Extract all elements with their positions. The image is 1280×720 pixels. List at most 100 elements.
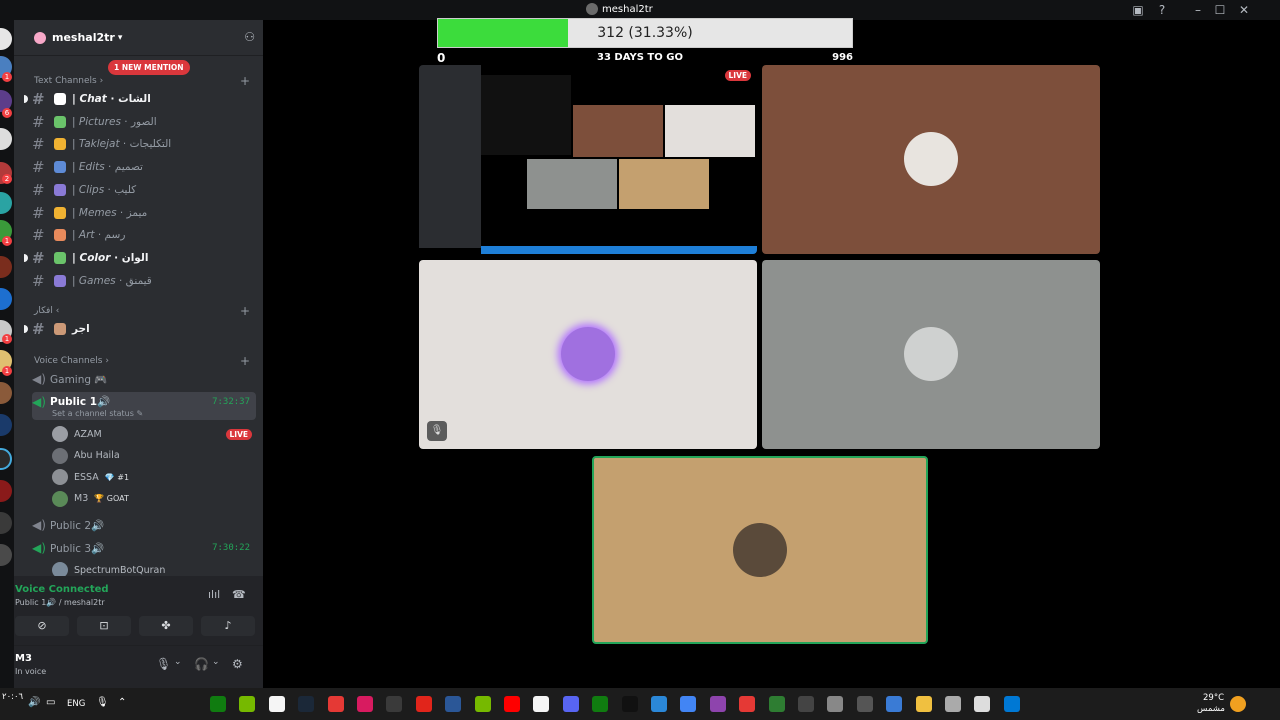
- microphone-icon[interactable]: 🎙: [96, 697, 109, 708]
- volume-icon[interactable]: 🔊: [28, 697, 40, 708]
- davinci-icon[interactable]: [386, 696, 403, 712]
- app-green-icon[interactable]: [768, 696, 785, 712]
- help-icon[interactable]: ?: [1152, 2, 1172, 18]
- tiktok-icon[interactable]: [621, 696, 638, 712]
- app-blue-icon[interactable]: [445, 696, 462, 712]
- voice-user[interactable]: ESSA 💎 #1: [52, 468, 252, 486]
- weather-icon[interactable]: [1230, 696, 1246, 712]
- add-channel-icon[interactable]: +: [240, 74, 250, 88]
- add-member-icon[interactable]: ⚇: [244, 30, 255, 44]
- server-icon[interactable]: [0, 128, 12, 150]
- youtube-icon[interactable]: [504, 696, 520, 712]
- nvidia-icon[interactable]: [239, 696, 256, 712]
- voice-user[interactable]: Abu Haila: [52, 447, 252, 465]
- weather-temp[interactable]: 29°C: [1203, 693, 1224, 703]
- minimize-button[interactable]: –: [1188, 2, 1208, 18]
- participant-tile[interactable]: 🎙: [419, 260, 757, 449]
- server-icon[interactable]: [0, 544, 12, 566]
- file-explorer-icon[interactable]: [915, 696, 932, 712]
- channel-games[interactable]: # | Games · قيمنق: [32, 271, 252, 291]
- globe-icon[interactable]: [886, 696, 903, 712]
- nvidia2-icon[interactable]: [474, 696, 491, 712]
- obs-icon[interactable]: [798, 696, 814, 712]
- photos-icon[interactable]: [651, 696, 667, 712]
- app-red2-icon[interactable]: [357, 696, 373, 712]
- channel-edits[interactable]: # | Edits · تصميم: [32, 157, 252, 177]
- app-purple-icon[interactable]: [709, 696, 726, 712]
- app-red-icon[interactable]: [327, 696, 344, 712]
- calculator-icon[interactable]: [856, 696, 873, 712]
- server-icon[interactable]: [0, 192, 12, 214]
- chrome-icon[interactable]: [680, 696, 697, 712]
- participant-tile[interactable]: [762, 65, 1100, 254]
- channel-clips[interactable]: # | Clips · كليب: [32, 180, 252, 200]
- voice-user[interactable]: M3 🏆 GOAT: [52, 490, 252, 508]
- voice-user[interactable]: AZAM LIVE: [52, 425, 252, 443]
- disconnect-icon[interactable]: ☎: [232, 588, 246, 601]
- add-channel-icon[interactable]: +: [240, 354, 250, 368]
- channel-pictures[interactable]: # | Pictures · الصور: [32, 112, 252, 132]
- server-icon[interactable]: [0, 480, 12, 502]
- chevron-down-icon[interactable]: ⌄: [174, 657, 182, 667]
- screen-share-button[interactable]: ⊡: [77, 616, 131, 636]
- network-icon[interactable]: ▭: [46, 697, 55, 708]
- weather-desc[interactable]: مشمس: [1197, 704, 1225, 714]
- discord-icon[interactable]: [562, 696, 579, 712]
- settings-icon[interactable]: [827, 696, 844, 712]
- title-avatar: [586, 3, 598, 15]
- activities-button[interactable]: ✤: [139, 616, 193, 636]
- chevron-up-icon[interactable]: ⌃: [118, 697, 126, 708]
- add-channel-icon[interactable]: +: [240, 304, 250, 318]
- user-name[interactable]: M3: [15, 653, 32, 664]
- chevron-down-icon[interactable]: ⌄: [212, 657, 220, 667]
- soundboard-button[interactable]: ♪: [201, 616, 255, 636]
- channel-color[interactable]: # | Color · الوان: [24, 248, 252, 268]
- server-icon[interactable]: [0, 382, 12, 404]
- camera-off-button[interactable]: ⊘: [15, 616, 69, 636]
- steelseries2-icon[interactable]: [533, 696, 550, 712]
- xbox-icon[interactable]: [210, 696, 226, 712]
- category-text-channels[interactable]: Text Channels › +: [34, 74, 250, 88]
- voice-channel-public-2[interactable]: ◀) Public 2🔊: [32, 515, 256, 535]
- voice-channel-gaming[interactable]: ◀) Gaming 🎮: [32, 369, 256, 389]
- steam-icon[interactable]: [298, 696, 315, 712]
- xbox2-icon[interactable]: [592, 696, 609, 712]
- server-icon[interactable]: [0, 256, 12, 278]
- server-icon[interactable]: [0, 288, 12, 310]
- headphones-icon[interactable]: 🎧: [194, 657, 209, 671]
- category-voice-channels[interactable]: Voice Channels › +: [34, 354, 250, 368]
- server-icon[interactable]: [0, 414, 12, 436]
- clock[interactable]: ٢٠:٠٦: [2, 692, 23, 702]
- channel-art[interactable]: # | Art · رسم: [32, 225, 252, 245]
- server-icon[interactable]: [0, 28, 12, 50]
- channel-memes[interactable]: # | Memes · ميمز: [32, 203, 252, 223]
- microphone-icon[interactable]: 🎙: [156, 657, 171, 671]
- inbox-icon[interactable]: ▣: [1128, 2, 1148, 18]
- channel-chat[interactable]: # | Chat · الشات: [24, 89, 252, 109]
- server-header[interactable]: meshal2tr ▾ ⚇: [14, 20, 263, 56]
- voice-connected-channel[interactable]: Public 1🔊 / meshal2tr: [15, 598, 105, 607]
- close-button[interactable]: ✕: [1234, 2, 1254, 18]
- new-mention-pill[interactable]: 1 NEW MENTION: [108, 60, 190, 75]
- category-misc[interactable]: افكار ‹ +: [34, 304, 250, 318]
- voice-channel-public-3[interactable]: ◀) Public 3🔊 7:30:22: [32, 538, 256, 558]
- server-icon[interactable]: [0, 448, 12, 470]
- maximize-button[interactable]: ☐: [1210, 2, 1230, 18]
- participant-tile-speaking[interactable]: [592, 456, 928, 644]
- channel-taklejat[interactable]: # | Taklejat · التكليجات: [32, 134, 252, 154]
- app-red3-icon[interactable]: [739, 696, 756, 712]
- steelseries-icon[interactable]: [268, 696, 285, 712]
- start-icon[interactable]: [1003, 696, 1020, 712]
- participant-tile[interactable]: [762, 260, 1100, 449]
- settings-gear-icon[interactable]: ⚙: [232, 657, 243, 671]
- language-indicator[interactable]: ENG: [67, 699, 85, 709]
- server-icon[interactable]: [0, 512, 12, 534]
- screen-share-tile[interactable]: LIVE: [419, 65, 757, 254]
- app-gray-icon[interactable]: [945, 696, 961, 712]
- channel-status[interactable]: Set a channel status ✎: [52, 409, 143, 418]
- adobe-icon[interactable]: [415, 696, 432, 712]
- channel-misc[interactable]: # اجر: [24, 319, 252, 339]
- voice-channel-public-1[interactable]: ◀) Public 1🔊 7:32:37 Set a channel status ✎: [32, 392, 256, 420]
- noise-suppression-icon[interactable]: ılıl: [208, 588, 220, 601]
- search-icon[interactable]: [974, 696, 991, 712]
